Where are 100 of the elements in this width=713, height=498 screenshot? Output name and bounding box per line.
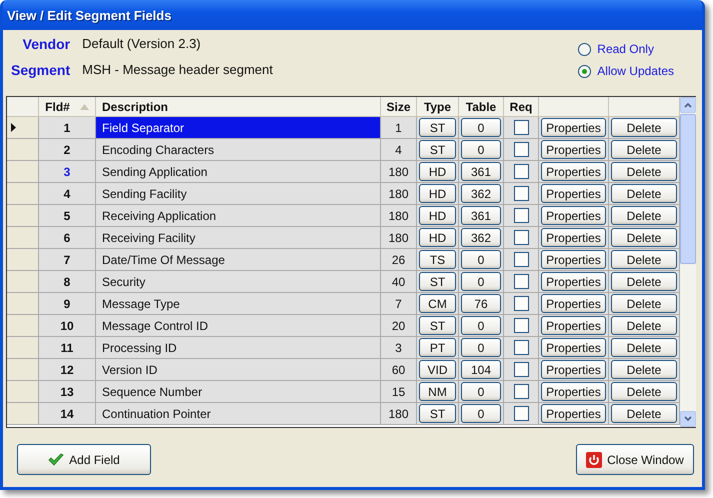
type-button[interactable]: CM (419, 294, 456, 313)
table-button[interactable]: 0 (461, 118, 501, 137)
required-checkbox[interactable] (514, 296, 528, 311)
properties-button[interactable]: Properties (541, 382, 606, 401)
delete-button[interactable]: Delete (611, 338, 677, 357)
delete-button[interactable]: Delete (611, 184, 677, 203)
field-number: 2 (39, 139, 96, 160)
column-header[interactable]: Size (381, 97, 417, 116)
properties-button[interactable]: Properties (541, 140, 606, 159)
required-checkbox[interactable] (514, 252, 528, 267)
info-label: Vendor (22, 36, 70, 52)
size-cell: 3 (381, 337, 417, 358)
required-checkbox[interactable] (514, 120, 528, 135)
table-button[interactable]: 0 (461, 338, 501, 357)
delete-button[interactable]: Delete (611, 140, 677, 159)
scroll-thumb[interactable] (680, 114, 696, 264)
delete-button[interactable]: Delete (611, 162, 677, 181)
type-button[interactable]: HD (419, 206, 456, 225)
type-button[interactable]: HD (419, 228, 456, 247)
table-button[interactable]: 362 (461, 184, 501, 203)
required-checkbox[interactable] (514, 208, 528, 223)
table-button[interactable]: 76 (461, 294, 501, 313)
table-button[interactable]: 361 (461, 206, 501, 225)
field-number: 5 (39, 205, 96, 226)
properties-button[interactable]: Properties (541, 316, 606, 335)
radio-label[interactable]: Read Only (597, 42, 654, 56)
add-field-button[interactable]: Add Field (17, 444, 151, 475)
scroll-up-icon[interactable] (680, 97, 696, 113)
description-cell: Sequence Number (96, 381, 381, 402)
row-header[interactable] (7, 117, 39, 138)
type-button[interactable]: ST (419, 316, 456, 335)
table-button[interactable]: 0 (461, 140, 501, 159)
properties-button[interactable]: Properties (541, 338, 606, 357)
size-cell: 4 (381, 139, 417, 160)
properties-button[interactable]: Properties (541, 162, 606, 181)
type-button[interactable]: PT (419, 338, 456, 357)
required-checkbox[interactable] (514, 406, 528, 421)
size-cell: 180 (381, 161, 417, 182)
radio-button[interactable] (578, 64, 592, 78)
column-header[interactable]: Fld# (39, 97, 96, 116)
properties-button[interactable]: Properties (541, 184, 606, 203)
table-button[interactable]: 362 (461, 228, 501, 247)
type-button[interactable]: HD (419, 162, 456, 181)
table-button[interactable]: 0 (461, 404, 501, 423)
close-window-button[interactable]: Close Window (576, 444, 694, 475)
field-number: 7 (39, 249, 96, 270)
type-button[interactable]: ST (419, 404, 456, 423)
table-button[interactable]: 0 (461, 382, 501, 401)
type-button[interactable]: NM (419, 382, 456, 401)
size-cell: 40 (381, 271, 417, 292)
column-header[interactable]: Req (504, 97, 539, 116)
delete-button[interactable]: Delete (611, 228, 677, 247)
properties-button[interactable]: Properties (541, 294, 606, 313)
properties-button[interactable]: Properties (541, 228, 606, 247)
delete-button[interactable]: Delete (611, 250, 677, 269)
column-header[interactable]: Table (459, 97, 504, 116)
info-value: Default (Version 2.3) (82, 36, 202, 52)
properties-button[interactable]: Properties (541, 250, 606, 269)
radio-button[interactable] (578, 42, 592, 56)
required-checkbox[interactable] (514, 274, 528, 289)
delete-button[interactable]: Delete (611, 382, 677, 401)
delete-button[interactable]: Delete (611, 294, 677, 313)
delete-button[interactable]: Delete (611, 316, 677, 335)
table-button[interactable]: 104 (461, 360, 501, 379)
delete-button[interactable]: Delete (611, 118, 677, 137)
required-checkbox[interactable] (514, 230, 528, 245)
column-header[interactable]: Description (96, 97, 381, 116)
description-cell: Sending Facility (96, 183, 381, 204)
type-button[interactable]: VID (419, 360, 456, 379)
scroll-down-icon[interactable] (680, 411, 696, 427)
required-checkbox[interactable] (514, 318, 528, 333)
field-number: 6 (39, 227, 96, 248)
table-button[interactable]: 0 (461, 250, 501, 269)
delete-button[interactable]: Delete (611, 206, 677, 225)
column-header[interactable]: Type (417, 97, 459, 116)
properties-button[interactable]: Properties (541, 118, 606, 137)
properties-button[interactable]: Properties (541, 272, 606, 291)
type-button[interactable]: HD (419, 184, 456, 203)
required-checkbox[interactable] (514, 164, 528, 179)
delete-button[interactable]: Delete (611, 272, 677, 291)
properties-button[interactable]: Properties (541, 206, 606, 225)
properties-button[interactable]: Properties (541, 404, 606, 423)
delete-button[interactable]: Delete (611, 360, 677, 379)
type-button[interactable]: ST (419, 118, 456, 137)
type-button[interactable]: ST (419, 140, 456, 159)
vertical-scrollbar[interactable] (680, 97, 696, 427)
field-number: 12 (39, 359, 96, 380)
required-checkbox[interactable] (514, 362, 528, 377)
required-checkbox[interactable] (514, 340, 528, 355)
table-button[interactable]: 361 (461, 162, 501, 181)
required-checkbox[interactable] (514, 186, 528, 201)
table-button[interactable]: 0 (461, 272, 501, 291)
delete-button[interactable]: Delete (611, 404, 677, 423)
properties-button[interactable]: Properties (541, 360, 606, 379)
type-button[interactable]: TS (419, 250, 456, 269)
required-checkbox[interactable] (514, 384, 528, 399)
required-checkbox[interactable] (514, 142, 528, 157)
type-button[interactable]: ST (419, 272, 456, 291)
radio-label[interactable]: Allow Updates (597, 64, 674, 78)
table-button[interactable]: 0 (461, 316, 501, 335)
